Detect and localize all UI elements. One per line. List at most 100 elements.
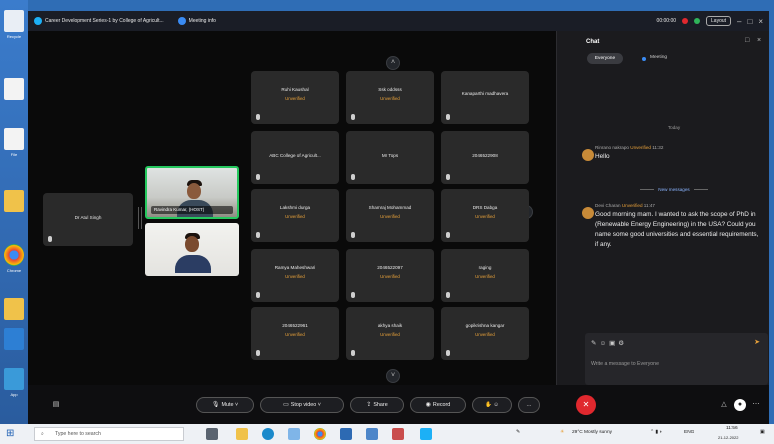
stop-video-label: Stop video: [290, 402, 317, 408]
clock-time[interactable]: 11:56: [726, 426, 738, 431]
alert-icon[interactable]: △: [718, 399, 730, 411]
mute-label: Mute: [221, 402, 234, 408]
chat-composer: ✎☺▣⚙ ➤ Write a message to Everyone: [585, 333, 768, 385]
date-separator: Today: [587, 125, 761, 130]
participant-tile[interactable]: Mr Tops: [346, 131, 434, 184]
video-divider-icon[interactable]: [138, 207, 142, 229]
participant-video-host[interactable]: Ravindra Kumar, (HOST): [145, 166, 239, 219]
participant-status: Unverified: [380, 274, 400, 279]
weather-icon[interactable]: ☀: [560, 430, 564, 435]
app-icon[interactable]: [4, 328, 24, 350]
chat-title: Chat: [586, 39, 600, 45]
participant-tile[interactable]: gopikrishna kangar Unverified: [441, 307, 529, 360]
stop-video-button[interactable]: ▭ Stop video ˅: [260, 397, 344, 413]
file-explorer-icon[interactable]: [236, 428, 248, 440]
file-icon[interactable]: [4, 128, 24, 150]
new-messages-separator: New messages: [587, 187, 761, 192]
recycle-bin-icon[interactable]: [4, 10, 24, 32]
record-button[interactable]: ◉ Record: [410, 397, 466, 413]
participants-panel-icon[interactable]: ▤: [50, 399, 62, 411]
close-chat-icon[interactable]: ×: [757, 37, 761, 44]
sender-name: Devi Charan: [595, 203, 621, 208]
video-stage: ˄ Dr Atul Singh Ravindra Kumar, (HOST) ‹: [28, 31, 556, 385]
participant-status: Unverified: [475, 214, 495, 219]
settings-icon[interactable]: [340, 428, 352, 440]
folder-icon[interactable]: [4, 190, 24, 212]
participant-tile[interactable]: 2046522961 Unverified: [251, 307, 339, 360]
person-silhouette: [171, 227, 215, 276]
windows-start-icon[interactable]: ⊞: [6, 428, 18, 440]
emoji-icon[interactable]: ☺: [599, 340, 609, 347]
participant-tile[interactable]: Ruhi Kaushal Unverified: [251, 71, 339, 124]
scroll-up-icon[interactable]: ˄: [386, 56, 400, 70]
participant-tile[interactable]: Ssk oddsss Unverified: [346, 71, 434, 124]
chrome-icon[interactable]: [4, 244, 24, 266]
settings-icon[interactable]: ⚙: [618, 340, 627, 347]
more-options-button[interactable]: …: [518, 397, 540, 413]
minimize-icon[interactable]: –: [737, 17, 741, 26]
task-view-icon[interactable]: [206, 428, 218, 440]
meeting-title: Career Development Series-1 by College o…: [45, 18, 164, 24]
participant-video[interactable]: [145, 223, 239, 276]
participant-tile-featured[interactable]: Dr Atul Singh: [43, 193, 133, 246]
chat-input[interactable]: Write a message to Everyone: [591, 361, 659, 367]
media-icon[interactable]: [366, 428, 378, 440]
more-icon[interactable]: ⋯: [750, 399, 762, 411]
participant-tile[interactable]: Shamraj Mohammad Unverified: [346, 189, 434, 242]
app-icon[interactable]: [4, 368, 24, 390]
mic-muted-icon: [351, 232, 355, 238]
notification-icon[interactable]: ▣: [760, 430, 765, 435]
webex-taskbar-icon[interactable]: [420, 428, 432, 440]
taskbar-search-input[interactable]: ⌕ Type here to search: [34, 427, 184, 441]
message-meta: Devi Charan Unverified 11:47: [595, 203, 763, 208]
photos-icon[interactable]: [392, 428, 404, 440]
meeting-title-tab[interactable]: Career Development Series-1 by College o…: [34, 17, 164, 25]
participant-tile[interactable]: raging Unverified: [441, 249, 529, 302]
participant-name: Mr Tops: [381, 153, 399, 158]
participant-tile[interactable]: 2046522097 Unverified: [346, 249, 434, 302]
popout-icon[interactable]: □: [745, 37, 749, 44]
participant-tile[interactable]: Lakshmi durga Unverified: [251, 189, 339, 242]
store-icon[interactable]: [288, 428, 300, 440]
participant-name: 2046522908: [472, 153, 498, 158]
edge-icon[interactable]: [262, 428, 274, 440]
end-call-button[interactable]: ✕: [576, 395, 596, 415]
layout-button[interactable]: Layout: [706, 16, 732, 26]
scroll-down-icon[interactable]: ˅: [386, 369, 400, 383]
chat-message: Rinrano nakrapo Unverified 11:32 Hello: [582, 145, 763, 162]
participant-name: DRS Dabga: [472, 205, 498, 210]
meeting-filter[interactable]: Meeting: [650, 55, 667, 60]
meeting-info-tab[interactable]: Meeting info: [177, 17, 216, 25]
participant-tile[interactable]: akhya shaik Unverified: [346, 307, 434, 360]
clock-date[interactable]: 21-12-2022: [718, 435, 738, 440]
send-icon[interactable]: ➤: [754, 338, 760, 346]
folder-icon[interactable]: [4, 298, 24, 320]
share-button[interactable]: ⇪ Share: [350, 397, 404, 413]
weather-label[interactable]: 29°C Mostly sunny: [572, 430, 612, 435]
participant-tile[interactable]: 2046522908: [441, 131, 529, 184]
participant-tile[interactable]: ABC College of Agricult...: [251, 131, 339, 184]
language-label[interactable]: ENG: [684, 430, 694, 435]
message-meta: Rinrano nakrapo Unverified 11:32: [595, 145, 763, 150]
mic-muted-icon: [446, 114, 450, 120]
participant-name: Shamraj Mohammad: [368, 205, 412, 210]
close-icon[interactable]: ×: [758, 17, 763, 26]
more-icon: …: [526, 402, 532, 408]
message-time: 11:47: [643, 203, 655, 208]
everyone-filter[interactable]: Everyone: [587, 53, 623, 64]
gif-icon[interactable]: ▣: [609, 340, 618, 347]
participant-tile[interactable]: DRS Dabga Unverified: [441, 189, 529, 242]
pen-icon[interactable]: ✎: [516, 430, 520, 435]
mute-button[interactable]: 🎙 Mute ˅: [196, 397, 254, 413]
reactions-button[interactable]: ✋ ☺: [472, 397, 512, 413]
system-tray-icons[interactable]: ⌃ ▮ ◗: [650, 430, 662, 435]
meeting-info-label: Meeting info: [188, 18, 216, 24]
file-icon[interactable]: [4, 78, 24, 100]
mic-muted-icon: [351, 292, 355, 298]
window-titlebar: Career Development Series-1 by College o…: [28, 11, 769, 31]
participants-avatar-icon[interactable]: ●: [734, 399, 746, 411]
chrome-taskbar-icon[interactable]: [314, 428, 326, 440]
participant-tile[interactable]: Kanaparthi madhavera: [441, 71, 529, 124]
participant-tile[interactable]: Ramya Maheshwari Unverified: [251, 249, 339, 302]
maximize-icon[interactable]: □: [747, 17, 752, 26]
